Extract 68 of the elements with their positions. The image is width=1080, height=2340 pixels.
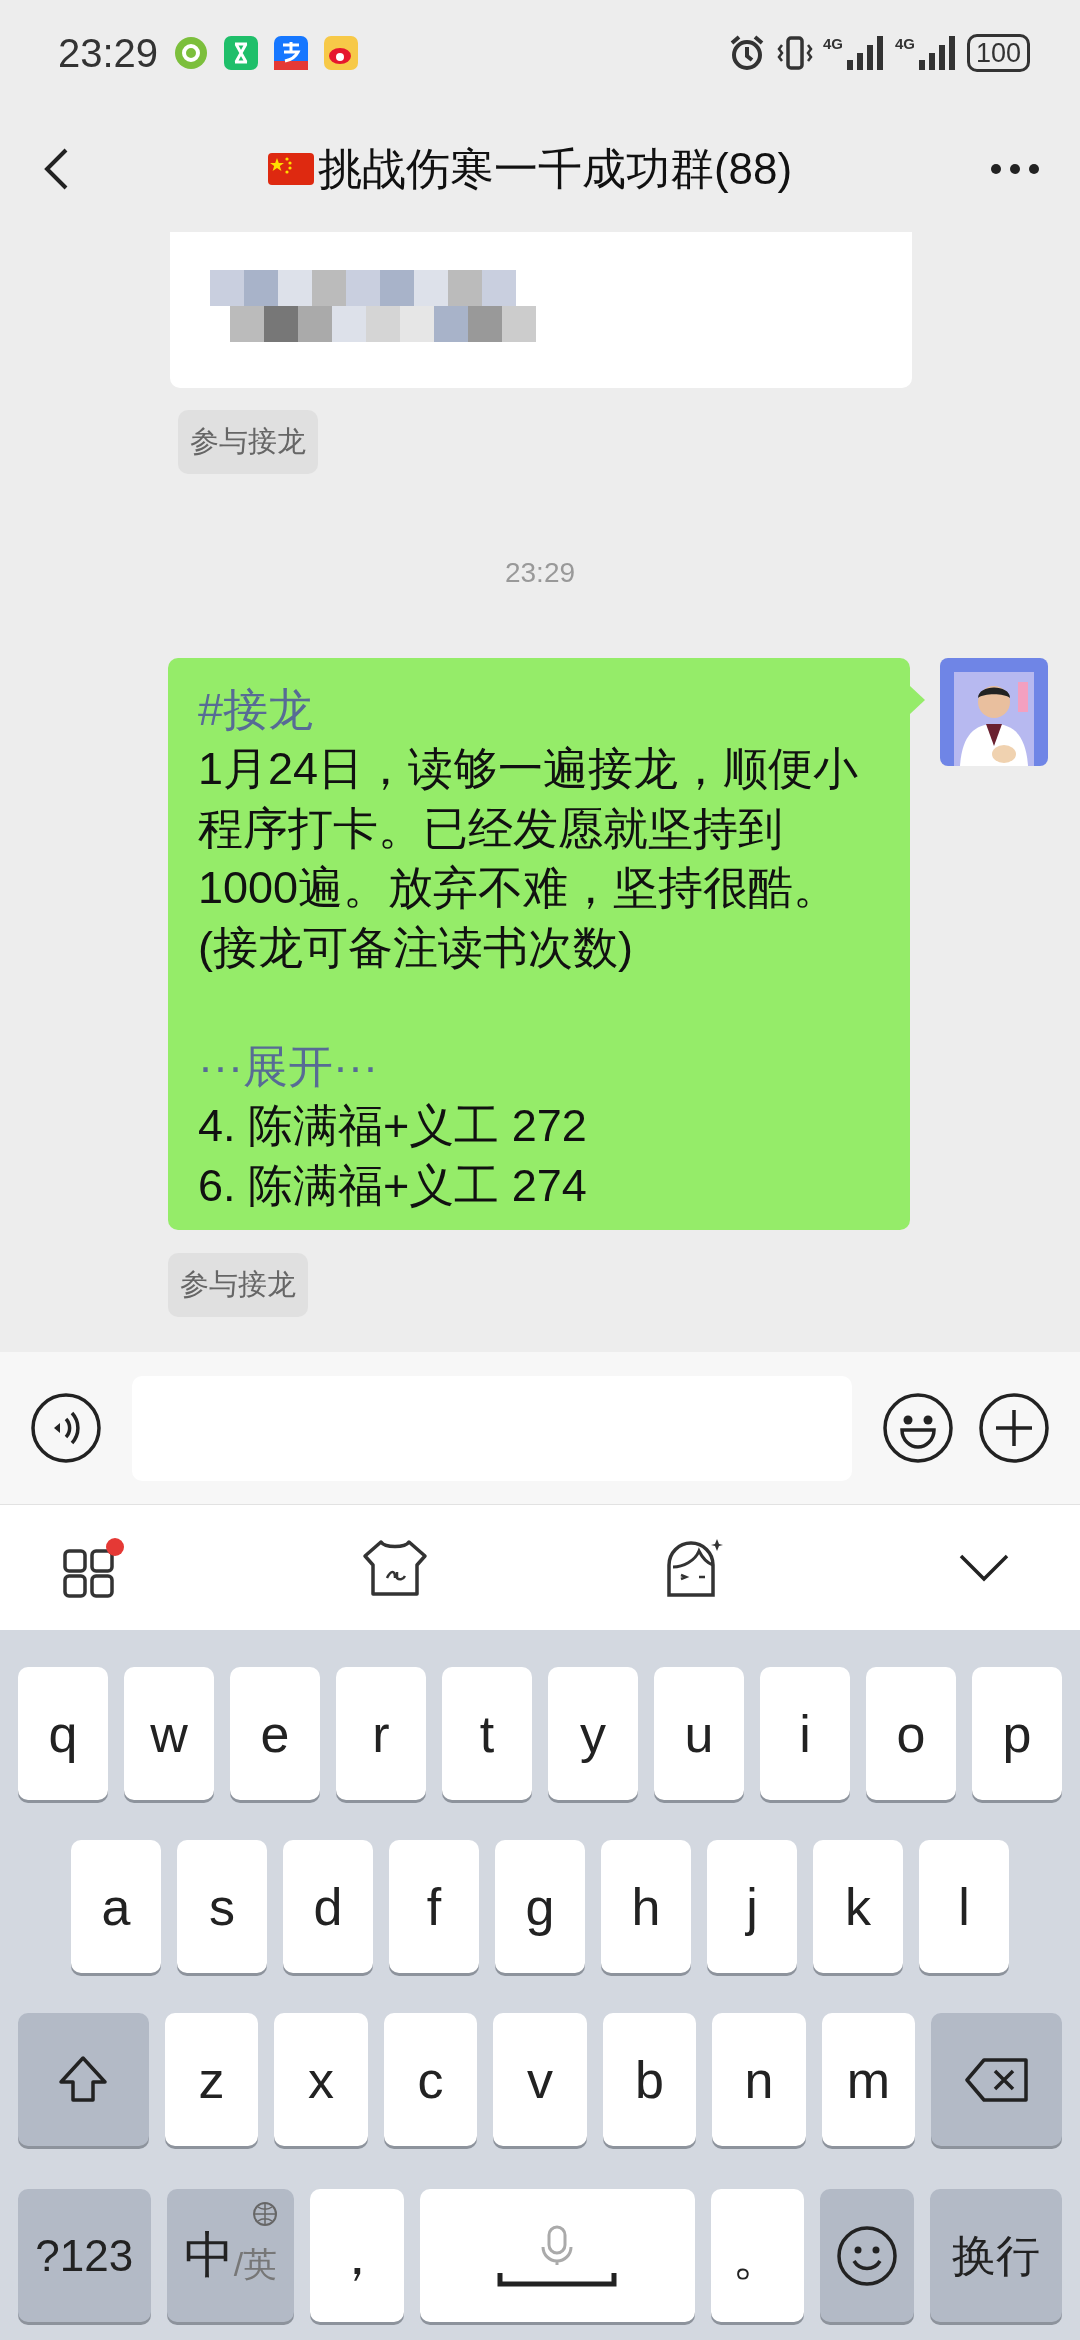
emoji-key[interactable] <box>820 2189 914 2322</box>
backspace-icon <box>963 2056 1030 2103</box>
clock-time: 23:29 <box>58 29 159 77</box>
letter-key[interactable]: k <box>813 1840 903 1973</box>
letter-key[interactable]: t <box>442 1667 532 1800</box>
letter-key[interactable]: m <box>821 2013 916 2146</box>
payment-app-icon <box>274 35 309 70</box>
entry-text: 4. 陈满福+义工 272 <box>198 1099 588 1153</box>
shirt-icon[interactable] <box>360 1537 429 1598</box>
function-key[interactable]: ?123 <box>18 2189 151 2322</box>
emoji-icon[interactable] <box>882 1392 954 1464</box>
letter-key[interactable]: u <box>654 1667 744 1800</box>
expand-link[interactable]: ···展开··· <box>198 1036 880 1096</box>
letter-key[interactable]: r <box>336 1667 426 1800</box>
more-icon[interactable] <box>990 162 1040 175</box>
letter-key[interactable]: b <box>602 2013 697 2146</box>
message-time: 23:29 <box>504 556 576 588</box>
message-text: (接龙可备注读书次数) <box>198 920 634 975</box>
space-key[interactable] <box>419 2189 695 2322</box>
letter-key[interactable]: q <box>18 1667 108 1800</box>
join-button[interactable]: 参与接龙 <box>178 410 318 474</box>
letter-key[interactable]: l <box>919 1840 1009 1973</box>
letter-key[interactable]: z <box>164 2013 259 2146</box>
message-text: 1000遍。放弃不难，坚持很酷。 <box>198 861 840 915</box>
globe-icon <box>252 2201 279 2227</box>
letter-key[interactable]: j <box>707 1840 797 1973</box>
plus-icon[interactable] <box>978 1392 1050 1464</box>
function-key[interactable]: 换行 <box>929 2189 1062 2322</box>
message-text: 程序打卡。已经发愿就坚持到 <box>198 801 784 856</box>
chat-title: 挑战伤寒一千成功群(88) <box>317 142 793 195</box>
letter-key[interactable]: o <box>866 1667 956 1800</box>
network-label: 4G <box>894 35 915 51</box>
battery-level: 100 <box>966 33 1030 72</box>
letter-key[interactable]: c <box>383 2013 478 2146</box>
emoji-icon <box>835 2224 898 2287</box>
letter-key[interactable]: d <box>283 1840 373 1973</box>
letter-key[interactable]: s <box>177 1840 267 1973</box>
punctuation-key[interactable]: ， <box>310 2189 404 2322</box>
letter-key[interactable]: e <box>230 1667 320 1800</box>
join-button[interactable]: 参与接龙 <box>168 1253 308 1317</box>
letter-key[interactable]: w <box>124 1667 214 1800</box>
space-bar-icon <box>497 2272 618 2287</box>
punctuation-key[interactable]: 。 <box>710 2189 805 2322</box>
network-label: 4G <box>822 35 843 51</box>
language-key[interactable]: 中/英 <box>166 2189 295 2322</box>
backspace-key[interactable] <box>931 2013 1062 2146</box>
hashtag-link[interactable]: #接龙 <box>198 679 880 739</box>
letter-key[interactable]: n <box>712 2013 806 2146</box>
letter-key[interactable]: f <box>389 1840 479 1973</box>
hourglass-icon <box>224 35 259 70</box>
shift-key[interactable] <box>18 2013 149 2146</box>
chevron-down-icon[interactable] <box>957 1552 1010 1583</box>
voice-icon[interactable] <box>30 1392 102 1464</box>
entry-text: 6. 陈满福+义工 274 <box>198 1158 588 1213</box>
microphone-icon <box>541 2224 574 2265</box>
apps-icon[interactable] <box>62 1536 126 1599</box>
letter-key[interactable]: g <box>495 1840 585 1973</box>
back-icon[interactable] <box>42 146 70 191</box>
letter-key[interactable]: x <box>274 2013 368 2146</box>
letter-key[interactable]: h <box>601 1840 691 1973</box>
letter-key[interactable]: y <box>548 1667 638 1800</box>
letter-key[interactable]: a <box>71 1840 161 1973</box>
letter-key[interactable]: p <box>972 1667 1062 1800</box>
letter-key[interactable]: i <box>760 1667 850 1800</box>
flag-icon <box>267 152 314 185</box>
message-text: 1月24日，读够一遍接龙，顺便小 <box>198 742 860 796</box>
eye-logo-icon <box>324 35 359 70</box>
letter-key[interactable]: v <box>493 2013 587 2146</box>
